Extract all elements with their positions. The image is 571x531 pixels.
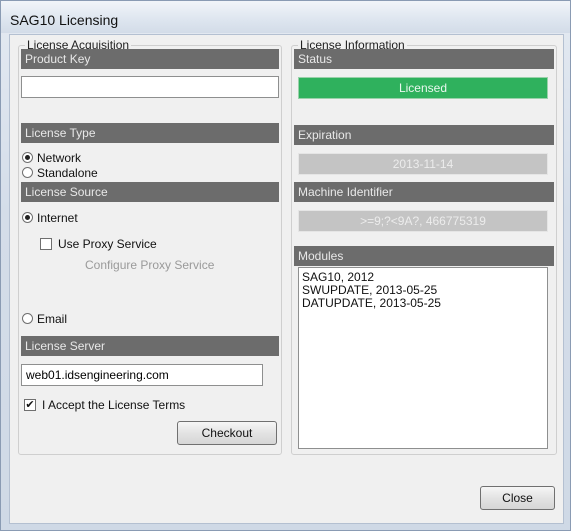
status-value: Licensed [298,77,548,99]
radio-network-circle[interactable] [22,152,33,163]
expiration-header: Expiration [294,125,554,145]
radio-network[interactable]: Network [22,150,142,166]
use-proxy-checkbox-row[interactable]: Use Proxy Service [40,236,220,252]
use-proxy-label: Use Proxy Service [58,237,157,251]
accept-terms-checkbox-row[interactable]: ✔ I Accept the License Terms [24,397,244,413]
configure-proxy-link[interactable]: Configure Proxy Service [85,258,214,272]
machine-identifier-header: Machine Identifier [294,182,554,202]
licensing-window: SAG10 Licensing License Acquisition Prod… [0,0,571,531]
license-information-group: License Information Status Licensed Expi… [291,38,557,455]
modules-list[interactable]: SAG10, 2012 SWUPDATE, 2013-05-25 DATUPDA… [298,267,548,449]
dialog-client-area: License Acquisition Product Key License … [9,34,564,524]
machine-identifier-value: >=9;?<9A?, 466775319 [298,210,548,232]
radio-standalone-label: Standalone [37,166,98,180]
checkout-button[interactable]: Checkout [177,421,277,445]
radio-email-label: Email [37,312,68,326]
license-server-input[interactable]: web01.idsengineering.com [21,364,263,386]
product-key-header: Product Key [21,49,279,69]
license-acquisition-group: License Acquisition Product Key License … [18,38,282,455]
accept-terms-checkbox[interactable]: ✔ [24,399,36,411]
radio-internet[interactable]: Internet [22,210,142,226]
accept-terms-label: I Accept the License Terms [42,398,186,412]
license-server-header: License Server [21,336,279,356]
radio-email[interactable]: Email [22,311,142,327]
title-bar[interactable]: SAG10 Licensing [1,1,570,33]
list-item[interactable]: DATUPDATE, 2013-05-25 [302,297,544,310]
license-type-header: License Type [21,123,279,143]
modules-header: Modules [294,246,554,266]
expiration-value: 2013-11-14 [298,153,548,175]
status-header: Status [294,49,554,69]
close-button[interactable]: Close [480,486,555,510]
radio-standalone-circle[interactable] [22,167,33,178]
radio-network-label: Network [37,151,82,165]
window-title: SAG10 Licensing [10,12,119,28]
radio-email-circle[interactable] [22,313,33,324]
license-source-header: License Source [21,182,279,202]
radio-internet-circle[interactable] [22,212,33,223]
radio-standalone[interactable]: Standalone [22,165,142,181]
radio-internet-label: Internet [37,211,78,225]
product-key-input[interactable] [21,76,279,98]
use-proxy-checkbox[interactable] [40,238,52,250]
